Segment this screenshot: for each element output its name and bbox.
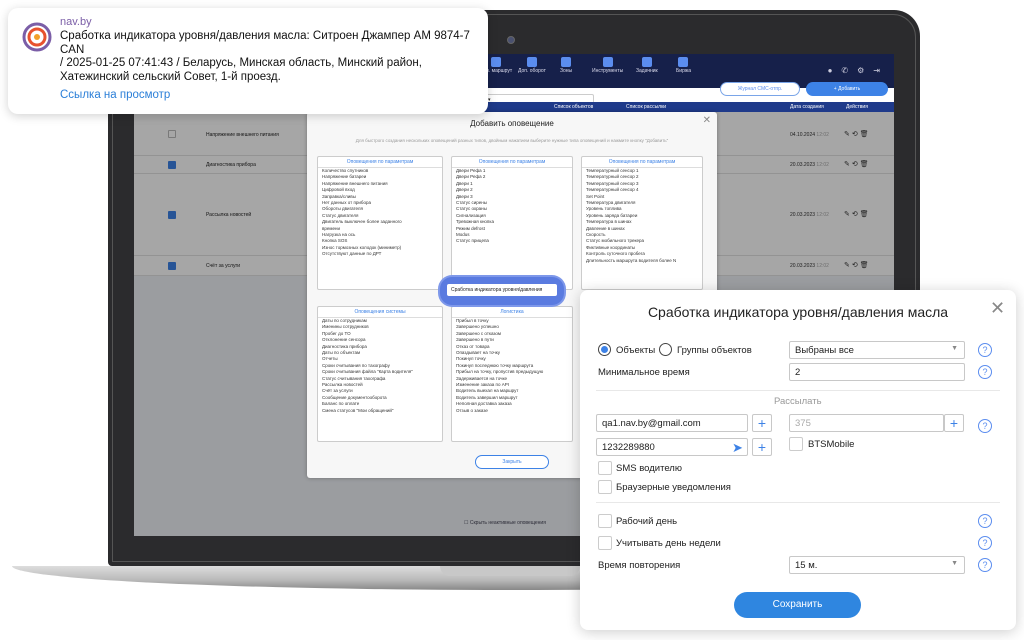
logistics-column: Логистика Прибыл в точку Завершено успешно…: [451, 306, 573, 442]
logout-icon[interactable]: ⇥: [873, 66, 880, 75]
modal-close-icon[interactable]: ✕: [703, 115, 711, 126]
column-header: Оповещения по параметрам: [582, 157, 702, 168]
laptop-notch: [440, 566, 580, 576]
list-item[interactable]: Длительность маршрута водителя более N: [582, 258, 702, 264]
header-mailing: Список рассылки: [626, 104, 667, 110]
send-section-label: Рассылать: [774, 396, 822, 407]
zones-icon: [561, 57, 572, 67]
bts-checkbox[interactable]: [789, 437, 803, 451]
params-column-3: Оповещения по параметрам Температурный се…: [581, 156, 703, 290]
add-email-button[interactable]: +: [752, 414, 772, 432]
weekday-label: Учитывать день недели: [616, 538, 721, 549]
phone-icon[interactable]: ✆: [841, 66, 848, 75]
column-header: Оповещения по параметрам: [318, 157, 442, 168]
radio-objects-label: Объекты: [616, 345, 656, 356]
add-number-button[interactable]: +: [944, 414, 964, 432]
help-icon[interactable]: ?: [978, 343, 992, 357]
weekday-checkbox[interactable]: [598, 536, 612, 550]
repeat-select[interactable]: 15 м. ▼: [789, 556, 965, 574]
help-icon[interactable]: ?: [978, 536, 992, 550]
browser-notifications-checkbox[interactable]: [598, 480, 612, 494]
sms-number-field[interactable]: 375: [789, 414, 944, 432]
workday-label: Рабочий день: [616, 516, 678, 527]
column-header: Оповещения по параметрам: [452, 157, 572, 168]
highlighted-item[interactable]: Сработка индикатора уровня/давления: [447, 284, 557, 296]
send-icon[interactable]: ➤: [732, 440, 743, 456]
radio-groups-label: Группы объектов: [677, 345, 752, 356]
nav-item-turnover[interactable]: Доп. оборот: [518, 57, 546, 74]
radio-objects[interactable]: [598, 343, 611, 356]
notification-source: nav.by: [60, 16, 92, 28]
close-button[interactable]: Закрыть: [475, 455, 549, 469]
repeat-label: Время повторения: [598, 560, 681, 571]
radio-groups[interactable]: [659, 343, 672, 356]
objects-select[interactable]: Выбраны все ▼: [789, 341, 965, 359]
notification-message: Сработка индикатора уровня/давления масл…: [60, 30, 470, 83]
tasks-icon: [641, 57, 652, 67]
topbar-actions: ● ✆ ⚙ ⇥: [828, 66, 880, 75]
camera-icon: [507, 36, 515, 44]
header-objects: Список объектов: [554, 104, 594, 110]
chevron-down-icon: ▼: [951, 560, 958, 567]
phone-field[interactable]: 1232289880: [596, 438, 748, 456]
nav-item-exchange[interactable]: Биржа: [676, 57, 691, 74]
modal-title: Добавить оповещение: [470, 119, 554, 128]
nav-label: Биржа: [676, 68, 691, 74]
nav-item-tools[interactable]: Инструменты: [592, 57, 623, 74]
sms-driver-checkbox[interactable]: [598, 461, 612, 475]
notification-link[interactable]: Ссылка на просмотр: [60, 89, 170, 101]
column-header: Оповещения системы: [318, 307, 442, 318]
workday-checkbox[interactable]: [598, 514, 612, 528]
list-item[interactable]: Статус прицепа: [452, 238, 572, 244]
turnover-icon: [526, 57, 537, 67]
min-time-label: Минимальное время: [598, 367, 690, 378]
params-column-1: Оповещения по параметрам Количество спутн…: [317, 156, 443, 290]
repeat-value: 15 м.: [795, 560, 818, 571]
list-item[interactable]: Отзыв о заказе: [452, 408, 572, 414]
add-button[interactable]: + Добавить: [806, 82, 888, 96]
language-icon[interactable]: ●: [828, 66, 833, 75]
tools-icon: [602, 57, 613, 67]
nav-item-zones[interactable]: Зоны: [560, 57, 572, 74]
gear-icon[interactable]: ⚙: [857, 66, 864, 75]
navby-logo-icon: [22, 22, 52, 52]
divider: [596, 502, 1000, 503]
header-actions: Действия: [846, 104, 868, 110]
nav-label: Инструменты: [592, 68, 624, 74]
dialog-title: Сработка индикатора уровня/давления масл…: [647, 304, 949, 320]
objects-select-value: Выбраны все: [795, 345, 854, 356]
browser-notifications-label: Браузерные уведомления: [616, 482, 731, 493]
nav-label: Зоны: [560, 68, 573, 74]
divider: [596, 390, 1000, 391]
nav-label: Доп. оборот: [518, 68, 546, 74]
close-icon[interactable]: ✕: [990, 298, 1005, 319]
column-header: Логистика: [452, 307, 572, 318]
exchange-icon: [678, 57, 689, 67]
save-button[interactable]: Сохранить: [734, 592, 861, 618]
header-date: Дата создания: [790, 104, 824, 110]
list-item[interactable]: Смена статусов "Мои обращений": [318, 408, 442, 414]
push-notification[interactable]: nav.by Сработка индикатора уровня/давлен…: [8, 8, 488, 114]
min-time-input[interactable]: 2: [789, 363, 965, 381]
add-phone-button[interactable]: +: [752, 438, 772, 456]
help-icon[interactable]: ?: [978, 514, 992, 528]
system-column: Оповещения системы Даты по сотрудникам Име…: [317, 306, 443, 442]
list-item[interactable]: Отсутствуют данные по ДРТ: [318, 251, 442, 257]
notification-settings-dialog: Сработка индикатора уровня/давления масл…: [580, 290, 1016, 630]
sms-log-button[interactable]: Журнал СМС-отпр.: [720, 82, 800, 96]
help-icon[interactable]: ?: [978, 365, 992, 379]
email-field[interactable]: qa1.nav.by@gmail.com: [596, 414, 748, 432]
bts-label: BTSMobile: [808, 439, 855, 450]
modal-subtitle: Для быстрого создания нескольких оповеще…: [355, 138, 669, 143]
nav-item-tasks[interactable]: Задачник: [636, 57, 658, 74]
help-icon[interactable]: ?: [978, 558, 992, 572]
highlight-pill: Сработка индикатора уровня/давления: [440, 277, 564, 305]
params-column-2: Оповещения по параметрам Двери Рефа 1 Двер…: [451, 156, 573, 290]
chevron-down-icon: ▼: [951, 345, 958, 352]
nav-label: Задачник: [636, 68, 658, 74]
route-icon: [491, 57, 502, 67]
help-icon[interactable]: ?: [978, 419, 992, 433]
add-button-label: Добавить: [838, 86, 861, 92]
sms-driver-label: SMS водителю: [616, 463, 682, 474]
